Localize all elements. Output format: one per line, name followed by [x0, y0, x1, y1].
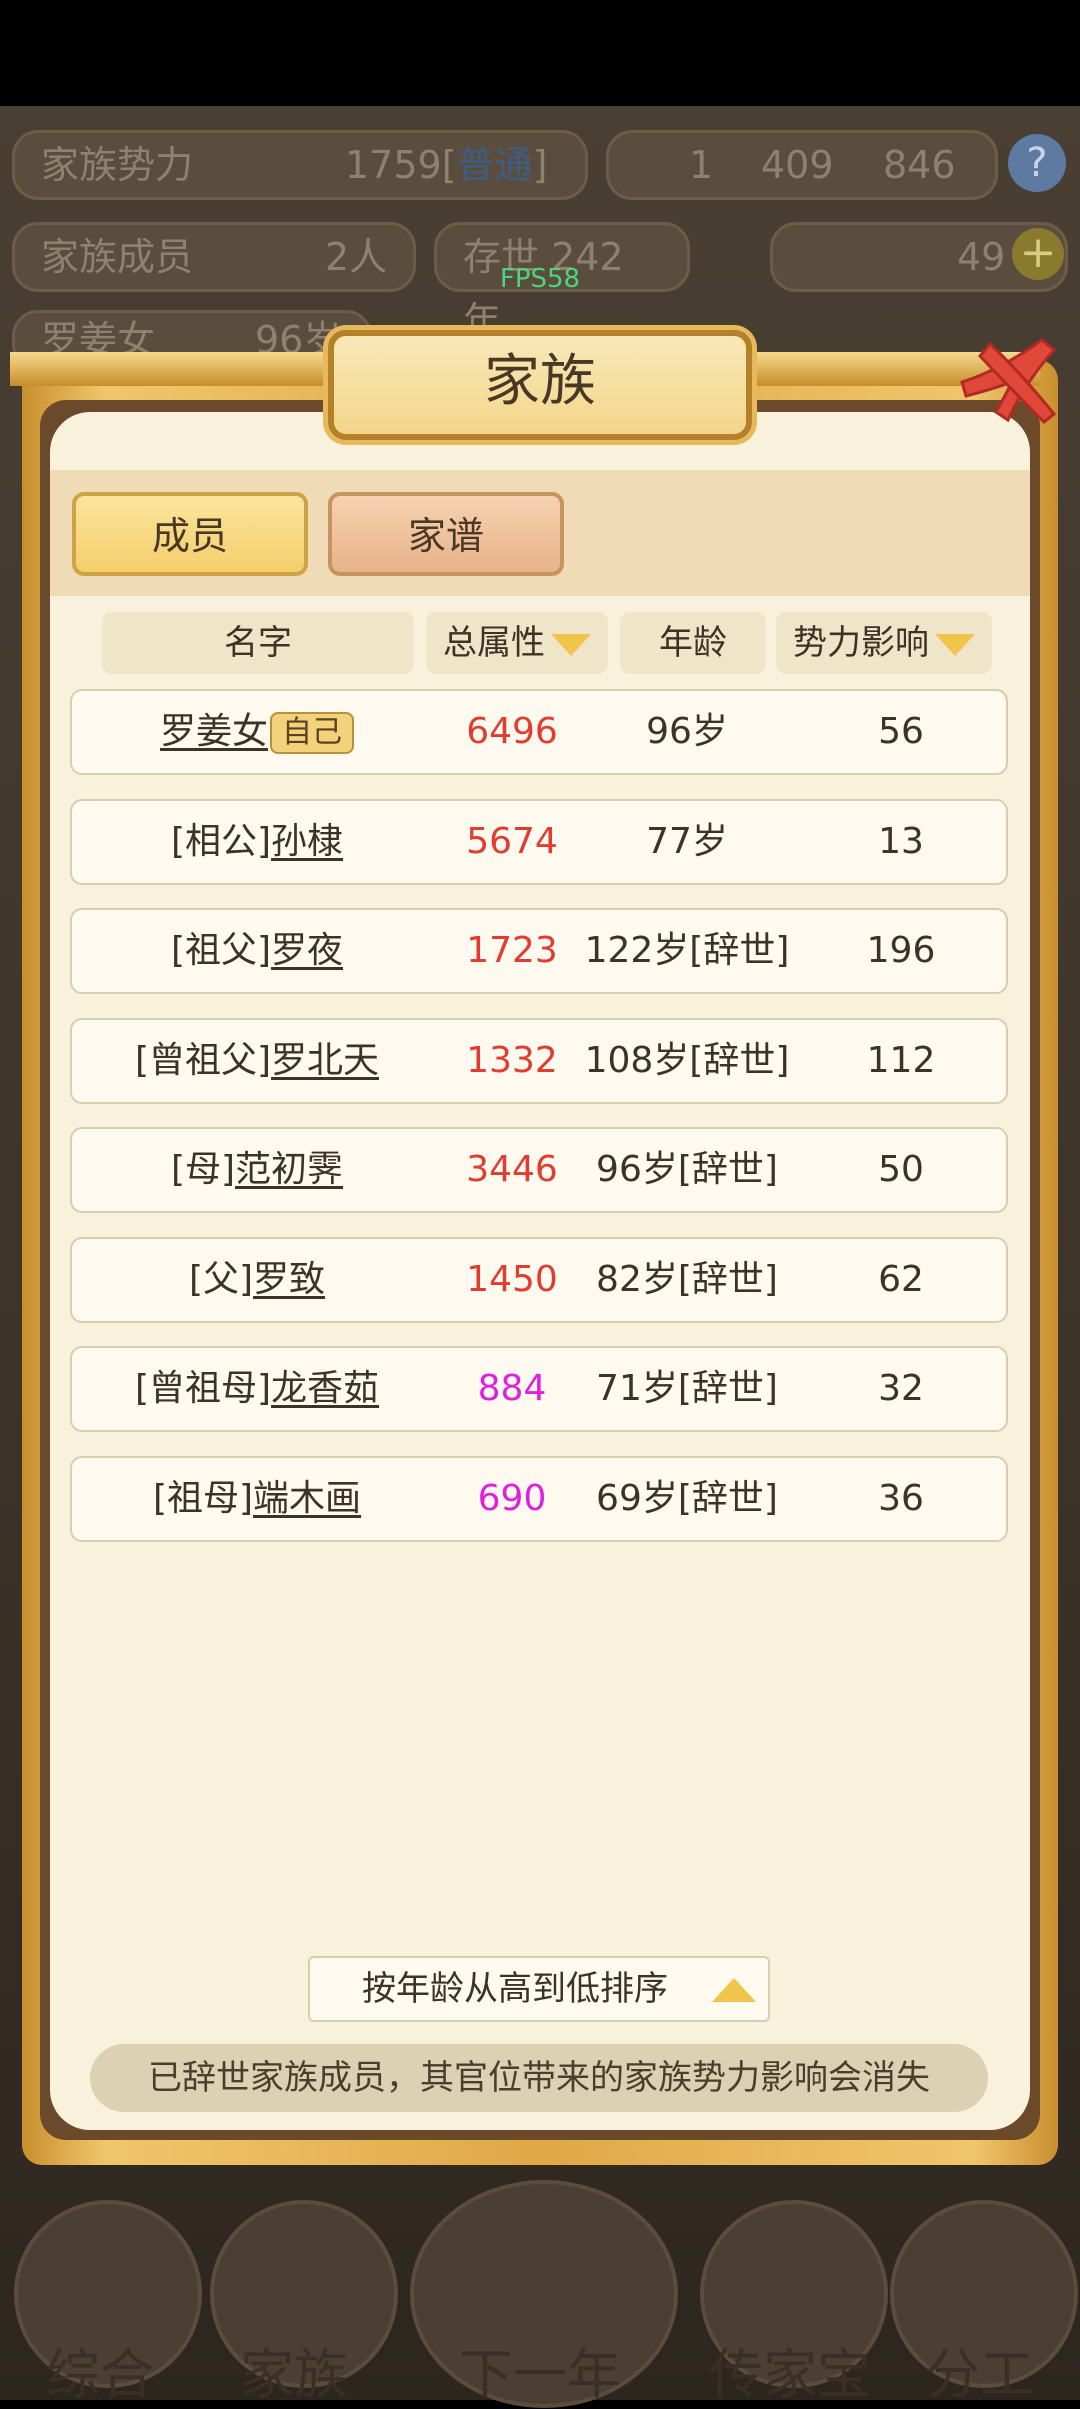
- member-name-cell: 罗姜女 自己: [72, 691, 442, 773]
- member-name-cell: [相公]孙棣: [72, 801, 442, 883]
- member-relation: [曾祖父]: [134, 1040, 272, 1081]
- member-age: 69岁[辞世]: [596, 1478, 778, 1519]
- member-influence: 112: [866, 1040, 936, 1081]
- member-influence: 56: [878, 711, 924, 752]
- nav-family[interactable]: 家族: [194, 2330, 394, 2409]
- member-name-link[interactable]: 罗致: [253, 1259, 325, 1300]
- member-name-link[interactable]: 罗夜: [271, 930, 343, 971]
- member-relation: [父]: [188, 1259, 254, 1300]
- family-influence-label: 家族势力: [41, 143, 194, 187]
- nav-general[interactable]: 综合: [0, 2330, 200, 2409]
- member-name-cell: [父]罗致: [72, 1239, 442, 1321]
- currency-2-value: 409: [761, 143, 834, 187]
- table-row[interactable]: [相公]孙棣 5674 77岁 13: [70, 799, 1008, 885]
- member-name-link[interactable]: 龙香茹: [271, 1368, 379, 1409]
- member-age: 96岁[辞世]: [596, 1149, 778, 1190]
- column-header-influence[interactable]: 势力影响: [776, 612, 992, 674]
- member-name-link[interactable]: 罗北天: [271, 1040, 379, 1081]
- table-row[interactable]: [祖母]端木画 690 69岁[辞世] 36: [70, 1456, 1008, 1542]
- member-age: 82岁[辞世]: [596, 1259, 778, 1300]
- member-total-attr: 1332: [466, 1040, 558, 1081]
- member-age: 108岁[辞世]: [584, 1040, 790, 1081]
- self-badge: 自己: [270, 712, 354, 754]
- sort-down-icon: [551, 633, 591, 656]
- dialog-title: 家族: [484, 349, 596, 414]
- nav-next-year[interactable]: 下一年: [440, 2330, 640, 2409]
- member-total-attr: 1723: [466, 930, 558, 971]
- currency-1-value: 1: [689, 143, 714, 187]
- member-name-cell: [母]范初霁: [72, 1129, 442, 1211]
- table-row[interactable]: [祖父]罗夜 1723 122岁[辞世] 196: [70, 908, 1008, 994]
- column-header-name[interactable]: 名字: [102, 612, 414, 674]
- close-icon[interactable]: [950, 322, 1070, 432]
- member-age: 122岁[辞世]: [584, 930, 790, 971]
- member-name-cell: [曾祖母]龙香茹: [72, 1348, 442, 1430]
- help-icon[interactable]: ?: [1008, 134, 1066, 192]
- currency-3-value: 846: [883, 143, 956, 187]
- member-influence: 36: [878, 1478, 924, 1519]
- member-total-attr: 6496: [466, 711, 558, 752]
- family-influence-stat: 家族势力 1759[普通]: [12, 130, 588, 200]
- member-name-link[interactable]: 端木画: [253, 1478, 361, 1519]
- tab-family-tree[interactable]: 家谱: [328, 492, 564, 576]
- member-total-attr: 1450: [466, 1259, 558, 1300]
- member-relation: [相公]: [170, 821, 272, 862]
- table-row[interactable]: 罗姜女 自己 6496 96岁 56: [70, 689, 1008, 775]
- column-header-attr[interactable]: 总属性: [426, 612, 608, 674]
- deceased-notice: 已辞世家族成员，其官位带来的家族势力影响会消失: [90, 2044, 988, 2112]
- left-wing-ornament: [10, 352, 340, 386]
- member-relation: [母]: [170, 1149, 236, 1190]
- fps-counter: FPS58: [499, 264, 581, 294]
- member-name-cell: [祖父]罗夜: [72, 910, 442, 992]
- tab-members[interactable]: 成员: [72, 492, 308, 576]
- bottom-nav: 综合 家族 下一年 传家宝 分工: [0, 2180, 1080, 2408]
- member-influence: 62: [878, 1259, 924, 1300]
- member-relation: [祖父]: [170, 930, 272, 971]
- nav-division[interactable]: 分工: [880, 2330, 1080, 2409]
- sort-up-icon: [712, 1978, 756, 2002]
- table-row[interactable]: [父]罗致 1450 82岁[辞世] 62: [70, 1237, 1008, 1323]
- sort-down-icon: [935, 633, 975, 656]
- member-influence: 13: [878, 821, 924, 862]
- member-influence: 32: [878, 1368, 924, 1409]
- member-name-link[interactable]: 罗姜女: [160, 711, 268, 752]
- status-bar: [0, 0, 1080, 106]
- member-total-attr: 884: [477, 1368, 547, 1409]
- member-age: 96岁: [646, 711, 728, 752]
- table-row[interactable]: [曾祖母]龙香茹 884 71岁[辞世] 32: [70, 1346, 1008, 1432]
- table-row[interactable]: [曾祖父]罗北天 1332 108岁[辞世] 112: [70, 1018, 1008, 1104]
- member-relation: [曾祖母]: [134, 1368, 272, 1409]
- member-name-link[interactable]: 范初霁: [235, 1149, 343, 1190]
- family-influence-value: 1759[普通]: [345, 143, 548, 187]
- nav-heirloom[interactable]: 传家宝: [690, 2330, 890, 2409]
- column-header-age[interactable]: 年龄: [620, 612, 766, 674]
- table-row[interactable]: [母]范初霁 3446 96岁[辞世] 50: [70, 1127, 1008, 1213]
- currency-bar: 1 409 846: [606, 130, 998, 200]
- member-name-link[interactable]: 孙棣: [271, 821, 343, 862]
- member-influence: 196: [866, 930, 936, 971]
- member-relation: [祖母]: [152, 1478, 254, 1519]
- member-total-attr: 5674: [466, 821, 558, 862]
- member-influence: 50: [878, 1149, 924, 1190]
- member-age: 71岁[辞世]: [596, 1368, 778, 1409]
- member-name-cell: [曾祖父]罗北天: [72, 1020, 442, 1102]
- member-name-cell: [祖母]端木画: [72, 1458, 442, 1540]
- sort-by-age-button[interactable]: 按年龄从高到低排序: [308, 1956, 770, 2022]
- member-total-attr: 3446: [466, 1149, 558, 1190]
- member-age: 77岁: [646, 821, 728, 862]
- member-total-attr: 690: [477, 1478, 547, 1519]
